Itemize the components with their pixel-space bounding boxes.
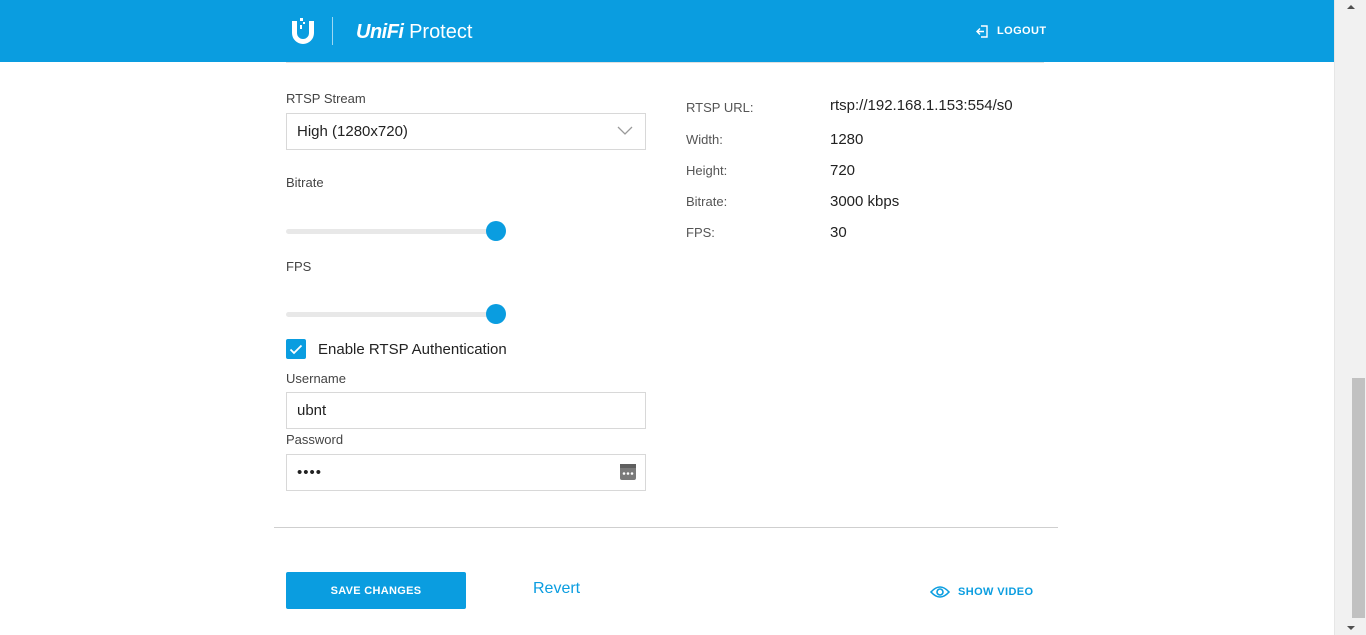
bitrate-slider-thumb[interactable] <box>486 221 506 241</box>
info-value-fps: 30 <box>830 224 847 241</box>
bitrate-slider[interactable] <box>286 221 506 241</box>
rtsp-stream-selected: High (1280x720) <box>297 123 408 140</box>
scroll-up-arrow-icon[interactable] <box>1345 0 1357 14</box>
info-value-width: 1280 <box>830 131 864 148</box>
section-divider-top <box>286 62 1044 63</box>
enable-rtsp-auth-toggle[interactable]: Enable RTSP Authentication <box>286 339 507 359</box>
info-label-rtsp-url: RTSP URL: <box>686 100 754 115</box>
scrollbar-thumb[interactable] <box>1352 378 1365 618</box>
enable-rtsp-auth-checkbox[interactable] <box>286 339 306 359</box>
bitrate-label: Bitrate <box>286 175 324 190</box>
revert-link[interactable]: Revert <box>533 580 580 598</box>
ubiquiti-u-logo-icon[interactable] <box>290 17 316 45</box>
info-label-height: Height: <box>686 163 728 178</box>
app-title: UniFi Protect <box>356 19 472 45</box>
page-scrollbar[interactable] <box>1334 0 1366 635</box>
password-value: •••• <box>297 464 323 481</box>
save-changes-button[interactable]: SAVE CHANGES <box>286 572 466 609</box>
username-label: Username <box>286 371 346 386</box>
section-divider-bottom <box>274 527 1058 528</box>
show-video-button[interactable]: SHOW VIDEO <box>930 584 1034 600</box>
brand-name: UniFi <box>356 21 404 43</box>
product-name: Protect <box>409 21 473 43</box>
logo-divider <box>332 17 333 45</box>
username-value: ubnt <box>297 402 327 419</box>
info-value-bitrate: 3000 kbps <box>830 193 900 210</box>
fps-slider-thumb[interactable] <box>486 304 506 324</box>
password-field[interactable]: •••• <box>286 454 646 491</box>
info-value-rtsp-url: rtsp://192.168.1.153:554/s0 <box>830 97 1013 114</box>
app-header: UniFi Protect LOGOUT <box>0 0 1334 62</box>
info-label-width: Width: <box>686 132 723 147</box>
scroll-down-arrow-icon[interactable] <box>1345 621 1357 635</box>
password-key-icon[interactable] <box>620 464 636 480</box>
info-value-height: 720 <box>830 162 856 179</box>
fps-slider-track <box>286 312 496 317</box>
fps-slider[interactable] <box>286 304 506 324</box>
logout-label: LOGOUT <box>997 25 1047 37</box>
info-label-fps: FPS: <box>686 225 715 240</box>
rtsp-stream-label: RTSP Stream <box>286 91 366 106</box>
show-video-label: SHOW VIDEO <box>958 586 1034 598</box>
logout-icon <box>976 24 988 38</box>
info-label-bitrate: Bitrate: <box>686 194 728 209</box>
checkmark-icon <box>289 344 303 354</box>
logout-button[interactable]: LOGOUT <box>976 22 1046 40</box>
username-field[interactable]: ubnt <box>286 392 646 429</box>
bitrate-slider-track <box>286 229 496 234</box>
chevron-down-icon <box>617 126 633 135</box>
rtsp-stream-select[interactable]: High (1280x720) <box>286 113 646 150</box>
fps-label: FPS <box>286 259 312 274</box>
password-label: Password <box>286 432 344 447</box>
eye-icon <box>930 586 950 598</box>
enable-rtsp-auth-label: Enable RTSP Authentication <box>318 340 507 358</box>
